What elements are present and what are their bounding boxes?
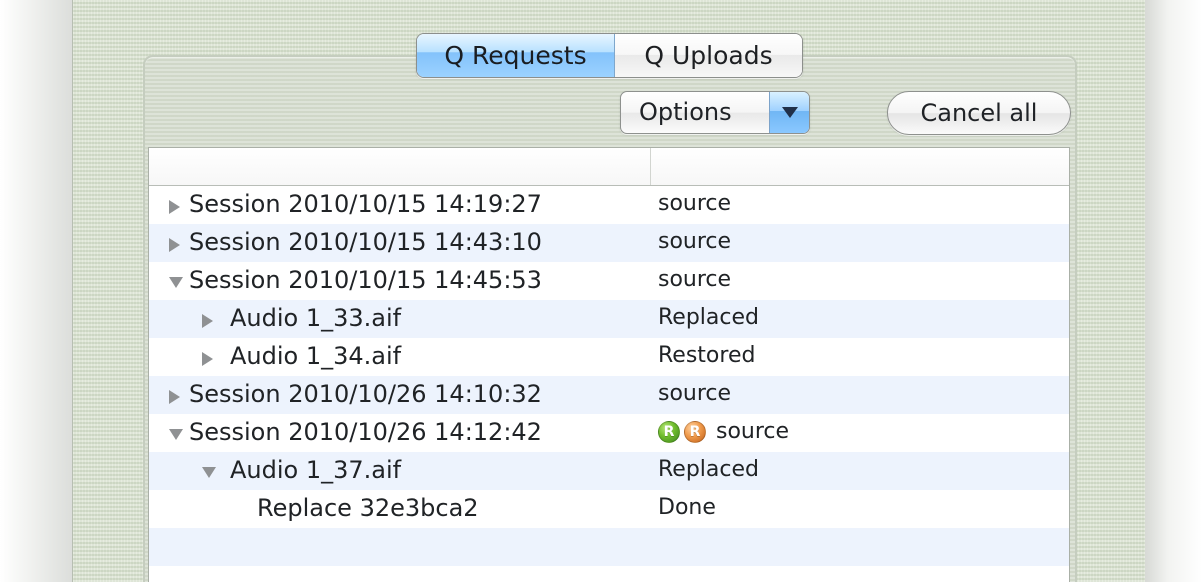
- cancel-all-button[interactable]: Cancel all: [887, 91, 1071, 135]
- options-popup[interactable]: Options: [620, 91, 810, 134]
- status-with-badges: R R source: [658, 418, 790, 444]
- row-status: source: [658, 191, 732, 216]
- status-column-header[interactable]: [651, 148, 1069, 185]
- row-name: Session 2010/10/15 14:19:27: [189, 190, 542, 218]
- triangle-down-icon[interactable]: [169, 429, 183, 440]
- row-status: Done: [658, 495, 716, 520]
- options-arrow-box[interactable]: [769, 92, 809, 133]
- row-name: Replace 32e3bca2: [257, 494, 479, 522]
- table-row[interactable]: Session 2010/10/15 14:19:27 source: [149, 186, 1069, 224]
- table-row[interactable]: Audio 1_37.aif Replaced: [149, 452, 1069, 490]
- table-row[interactable]: Session 2010/10/15 14:43:10 source: [149, 224, 1069, 262]
- row-status: source: [716, 418, 790, 444]
- row-status: Restored: [658, 343, 756, 368]
- table-row[interactable]: Audio 1_34.aif Restored: [149, 338, 1069, 376]
- row-name: Audio 1_37.aif: [230, 456, 402, 484]
- row-name: Session 2010/10/26 14:12:42: [189, 418, 542, 446]
- requests-table: Session 2010/10/15 14:19:27 source Sessi…: [148, 147, 1070, 582]
- row-status: Replaced: [658, 457, 759, 482]
- row-name: Session 2010/10/26 14:10:32: [189, 380, 542, 408]
- triangle-right-icon[interactable]: [202, 352, 213, 366]
- row-name: Audio 1_34.aif: [230, 342, 402, 370]
- window-left-shadow: [0, 0, 78, 582]
- options-label: Options: [639, 98, 732, 126]
- table-row[interactable]: Replace 32e3bca2 Done: [149, 490, 1069, 528]
- row-status: source: [658, 229, 732, 254]
- triangle-down-icon[interactable]: [202, 467, 216, 478]
- chevron-down-icon: [782, 107, 798, 118]
- queue-tabs: Q Requests Q Uploads: [416, 33, 803, 78]
- table-row[interactable]: Session 2010/10/26 14:10:32 source: [149, 376, 1069, 414]
- tab-q-uploads[interactable]: Q Uploads: [615, 34, 802, 77]
- row-name: Session 2010/10/15 14:45:53: [189, 266, 542, 294]
- row-status: source: [658, 381, 732, 406]
- row-name: Session 2010/10/15 14:43:10: [189, 228, 542, 256]
- green-r-badge-icon: R: [658, 421, 680, 443]
- triangle-right-icon[interactable]: [169, 200, 180, 214]
- window-right-shadow: [1145, 0, 1202, 582]
- row-status: source: [658, 267, 732, 292]
- table-row[interactable]: Session 2010/10/15 14:45:53 source: [149, 262, 1069, 300]
- name-column-header[interactable]: [149, 148, 651, 185]
- tab-q-requests[interactable]: Q Requests: [417, 34, 615, 77]
- empty-table-row: [149, 528, 1069, 566]
- table-row[interactable]: Audio 1_33.aif Replaced: [149, 300, 1069, 338]
- table-row[interactable]: Session 2010/10/26 14:12:42 R R source: [149, 414, 1069, 452]
- triangle-right-icon[interactable]: [169, 390, 180, 404]
- triangle-right-icon[interactable]: [202, 314, 213, 328]
- table-header: [149, 148, 1069, 186]
- orange-r-badge-icon: R: [684, 421, 706, 443]
- triangle-right-icon[interactable]: [169, 238, 180, 252]
- row-status: Replaced: [658, 305, 759, 330]
- triangle-down-icon[interactable]: [169, 277, 183, 288]
- row-name: Audio 1_33.aif: [230, 304, 402, 332]
- table-rows: Session 2010/10/15 14:19:27 source Sessi…: [149, 186, 1069, 566]
